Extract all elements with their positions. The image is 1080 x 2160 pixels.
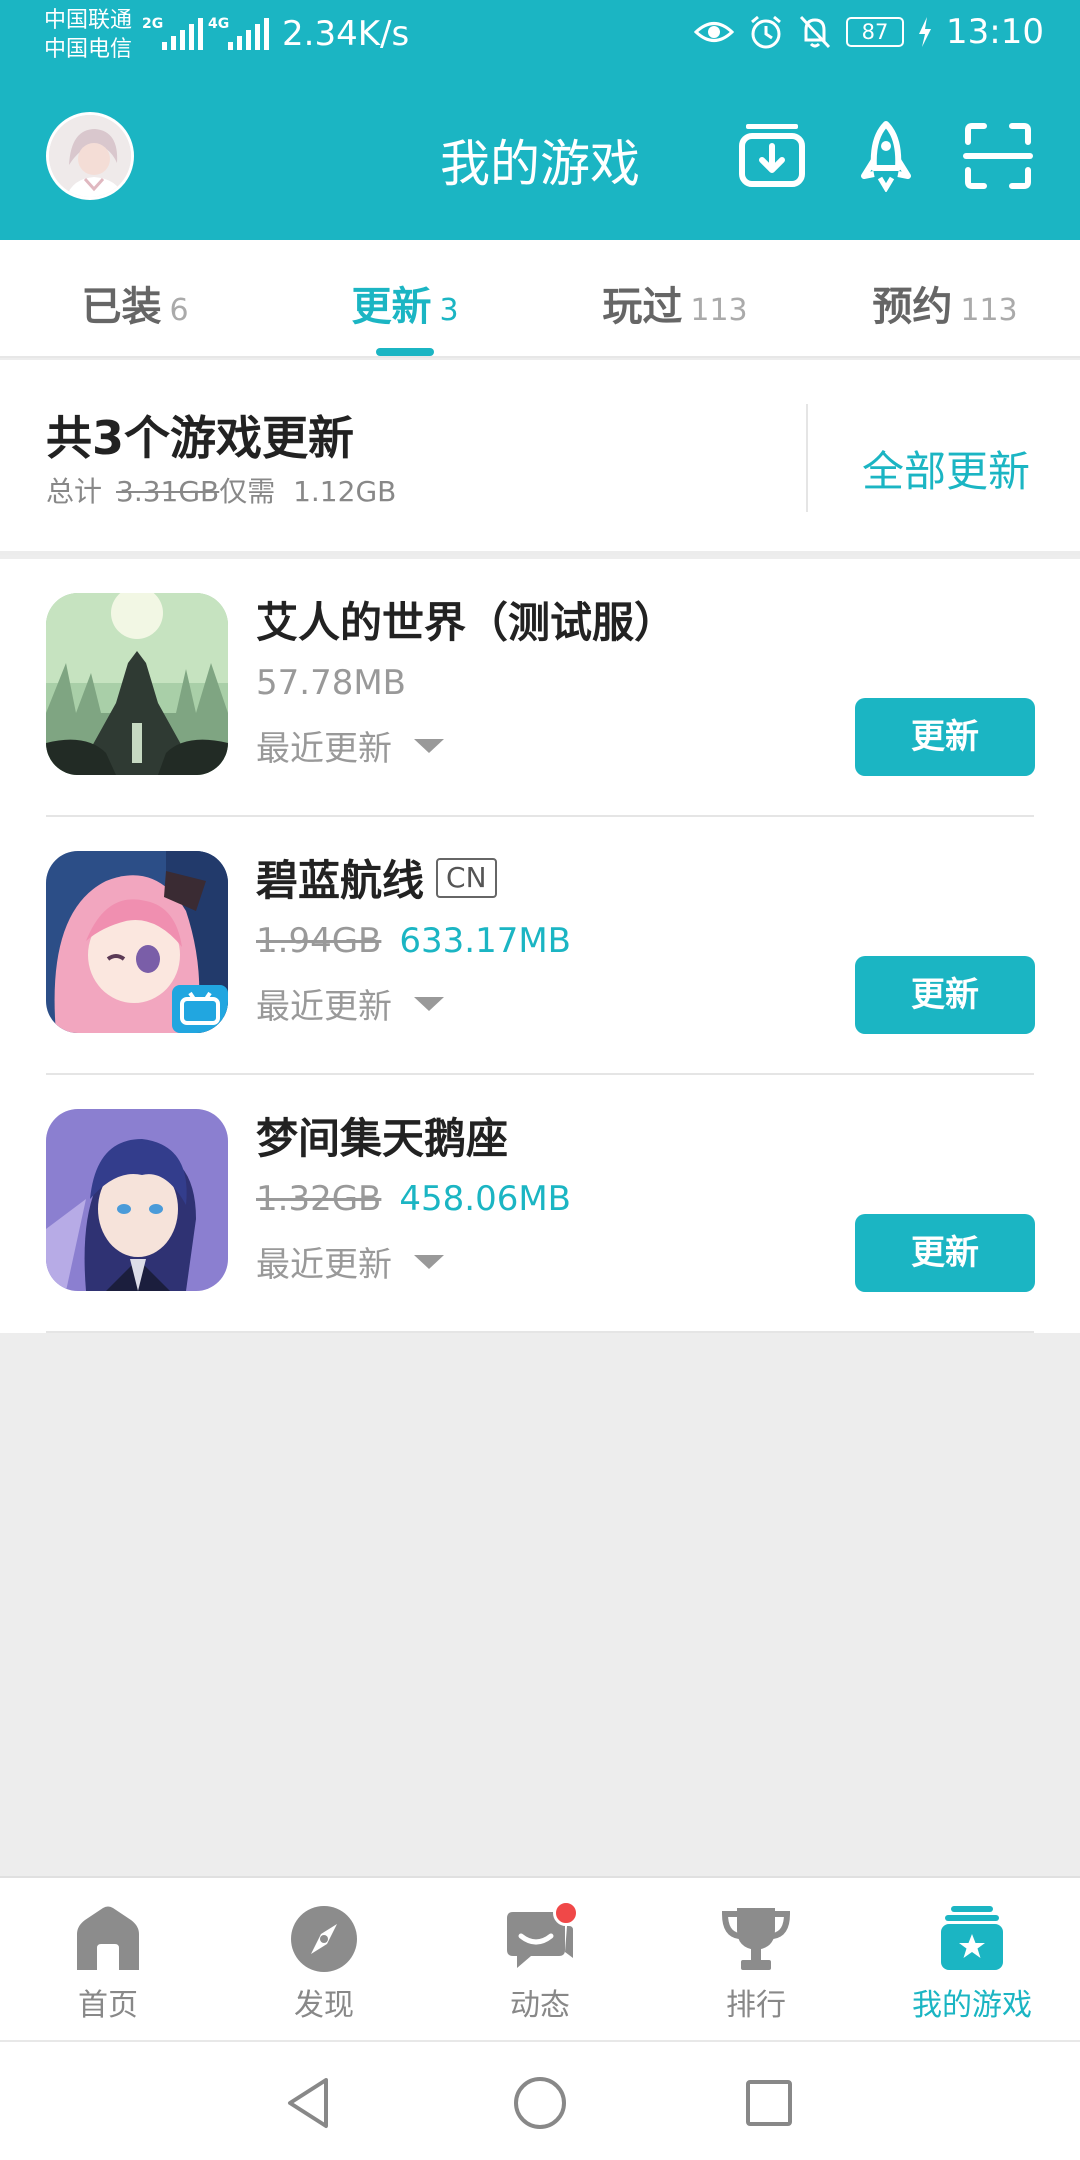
need-size: 1.12GB — [293, 475, 397, 508]
total-label: 总计 — [46, 475, 103, 508]
summary-title: 共3个游戏更新 — [46, 411, 355, 465]
system-nav-bar — [0, 2040, 1080, 2160]
original-size: 1.94GB — [256, 921, 382, 961]
region-badge: CN — [436, 857, 497, 898]
chevron-down-icon — [414, 996, 444, 1011]
chevron-down-icon — [414, 1254, 444, 1269]
tab-updates[interactable]: 更新 3 — [270, 240, 540, 356]
network-type-1: 2G — [142, 16, 164, 32]
game-icon-azur-lane — [46, 851, 228, 1033]
nav-item-discover[interactable]: 发现 — [216, 1878, 432, 2040]
home-icon — [77, 1906, 139, 1970]
update-button[interactable]: 更新 — [855, 1214, 1035, 1292]
network-type-2: 4G — [208, 16, 230, 32]
chevron-down-icon — [414, 738, 444, 753]
home-circle-icon[interactable] — [511, 2074, 569, 2132]
update-all-button[interactable]: 全部更新 — [862, 438, 1030, 499]
net-speed: 2.34K/s — [282, 14, 410, 54]
divider — [46, 1331, 1034, 1333]
nav-item-ranking[interactable]: 排行 — [648, 1878, 864, 2040]
recents-icon[interactable] — [740, 2074, 798, 2132]
tab-played[interactable]: 玩过 113 — [540, 240, 810, 356]
tab-label: 玩过 — [602, 284, 683, 330]
recent-update-toggle[interactable]: 最近更新 — [256, 1237, 444, 1286]
nav-label: 我的游戏 — [912, 1988, 1032, 2023]
tab-label: 更新 — [351, 284, 432, 330]
recent-update-label: 最近更新 — [256, 987, 392, 1027]
alarm-icon — [751, 15, 781, 49]
nav-label: 首页 — [78, 1988, 138, 2023]
nav-item-home[interactable]: 首页 — [0, 1878, 216, 2040]
update-button[interactable]: 更新 — [855, 956, 1035, 1034]
download-size: 458.06MB — [399, 1179, 572, 1219]
tab-count: 113 — [960, 293, 1018, 328]
trophy-icon — [721, 1908, 791, 1970]
carrier-2: 中国电信 — [44, 37, 133, 62]
game-size: 1.32GB 458.06MB — [256, 1179, 571, 1219]
nav-label: 发现 — [294, 1988, 354, 2023]
recent-update-toggle[interactable]: 最近更新 — [256, 721, 444, 770]
recent-update-label: 最近更新 — [256, 729, 392, 769]
game-icon-mengjianji — [46, 1109, 228, 1291]
nav-label: 排行 — [726, 1988, 786, 2023]
carrier-1: 中国联通 — [44, 8, 133, 33]
charging-icon — [919, 17, 932, 47]
app-header: 我的游戏 — [0, 72, 1080, 240]
tab-count: 6 — [169, 293, 189, 328]
game-name: 艾人的世界（测试服） — [256, 589, 676, 650]
download-icon[interactable] — [736, 120, 808, 192]
notification-dot — [553, 1900, 579, 1926]
tab-bar: 已装 6 更新 3 玩过 113 预约 113 — [0, 240, 1080, 358]
game-name: 梦间集天鹅座 — [256, 1105, 508, 1166]
eye-icon — [694, 22, 735, 42]
mute-bell-icon — [799, 15, 831, 49]
tab-installed[interactable]: 已装 6 — [0, 240, 270, 356]
nav-item-feed[interactable]: 动态 — [432, 1878, 648, 2040]
tab-count: 113 — [690, 293, 748, 328]
game-size: 1.94GB 633.17MB — [256, 921, 571, 961]
clock: 13:10 — [946, 12, 1044, 52]
nav-item-my-games[interactable]: 我的游戏 — [864, 1878, 1080, 2040]
original-size: 3.31GB — [116, 475, 220, 508]
tab-label: 已装 — [81, 284, 162, 330]
game-title: 碧蓝航线 — [256, 856, 425, 905]
status-bar: 中国联通 中国电信 2G 4G 2.34K/s 87 13:10 — [0, 0, 1080, 72]
list-item[interactable]: 艾人的世界（测试服） 57.78MB 最近更新 更新 — [0, 559, 1080, 817]
game-update-list: 艾人的世界（测试服） 57.78MB 最近更新 更新 碧蓝航线 CN 1.94GB… — [0, 559, 1080, 1333]
nav-label: 动态 — [510, 1988, 570, 2023]
original-size: 1.32GB — [256, 1179, 382, 1219]
scan-icon[interactable] — [962, 120, 1034, 192]
tab-reserved[interactable]: 预约 113 — [810, 240, 1080, 356]
game-icon-alto-world — [46, 593, 228, 775]
tab-label: 预约 — [872, 284, 953, 330]
compass-icon — [291, 1906, 357, 1972]
divider — [806, 404, 808, 512]
list-item[interactable]: 梦间集天鹅座 1.32GB 458.06MB 最近更新 更新 — [0, 1075, 1080, 1333]
carrier-info: 中国联通 中国电信 — [44, 6, 132, 64]
active-tab-indicator — [376, 348, 434, 356]
game-title: 梦间集天鹅座 — [256, 1114, 509, 1163]
bottom-nav: 首页 发现 动态 排行 我的游戏 — [0, 1876, 1080, 2040]
battery-icon: 87 — [846, 17, 905, 47]
back-icon[interactable] — [280, 2074, 338, 2132]
my-games-icon — [941, 1906, 1003, 1970]
download-size: 633.17MB — [399, 921, 572, 961]
recent-update-toggle[interactable]: 最近更新 — [256, 979, 444, 1028]
update-button[interactable]: 更新 — [855, 698, 1035, 776]
download-size: 57.78MB — [256, 663, 406, 703]
chat-icon — [505, 1900, 579, 1974]
list-item[interactable]: 碧蓝航线 CN 1.94GB 633.17MB 最近更新 更新 — [0, 817, 1080, 1075]
game-title: 艾人的世界（测试服） — [256, 598, 677, 647]
summary-size-info: 总计 3.31GB仅需 1.12GB — [46, 470, 396, 510]
rocket-icon[interactable] — [850, 120, 922, 192]
recent-update-label: 最近更新 — [256, 1245, 392, 1285]
game-size: 57.78MB — [256, 663, 406, 703]
signal-icon-1 — [162, 18, 203, 50]
signal-icon-2 — [228, 18, 269, 50]
game-name: 碧蓝航线 CN — [256, 847, 497, 908]
need-label: 仅需 — [219, 475, 276, 508]
tab-count: 3 — [439, 293, 459, 328]
update-summary: 共3个游戏更新 总计 3.31GB仅需 1.12GB 全部更新 — [0, 360, 1080, 555]
